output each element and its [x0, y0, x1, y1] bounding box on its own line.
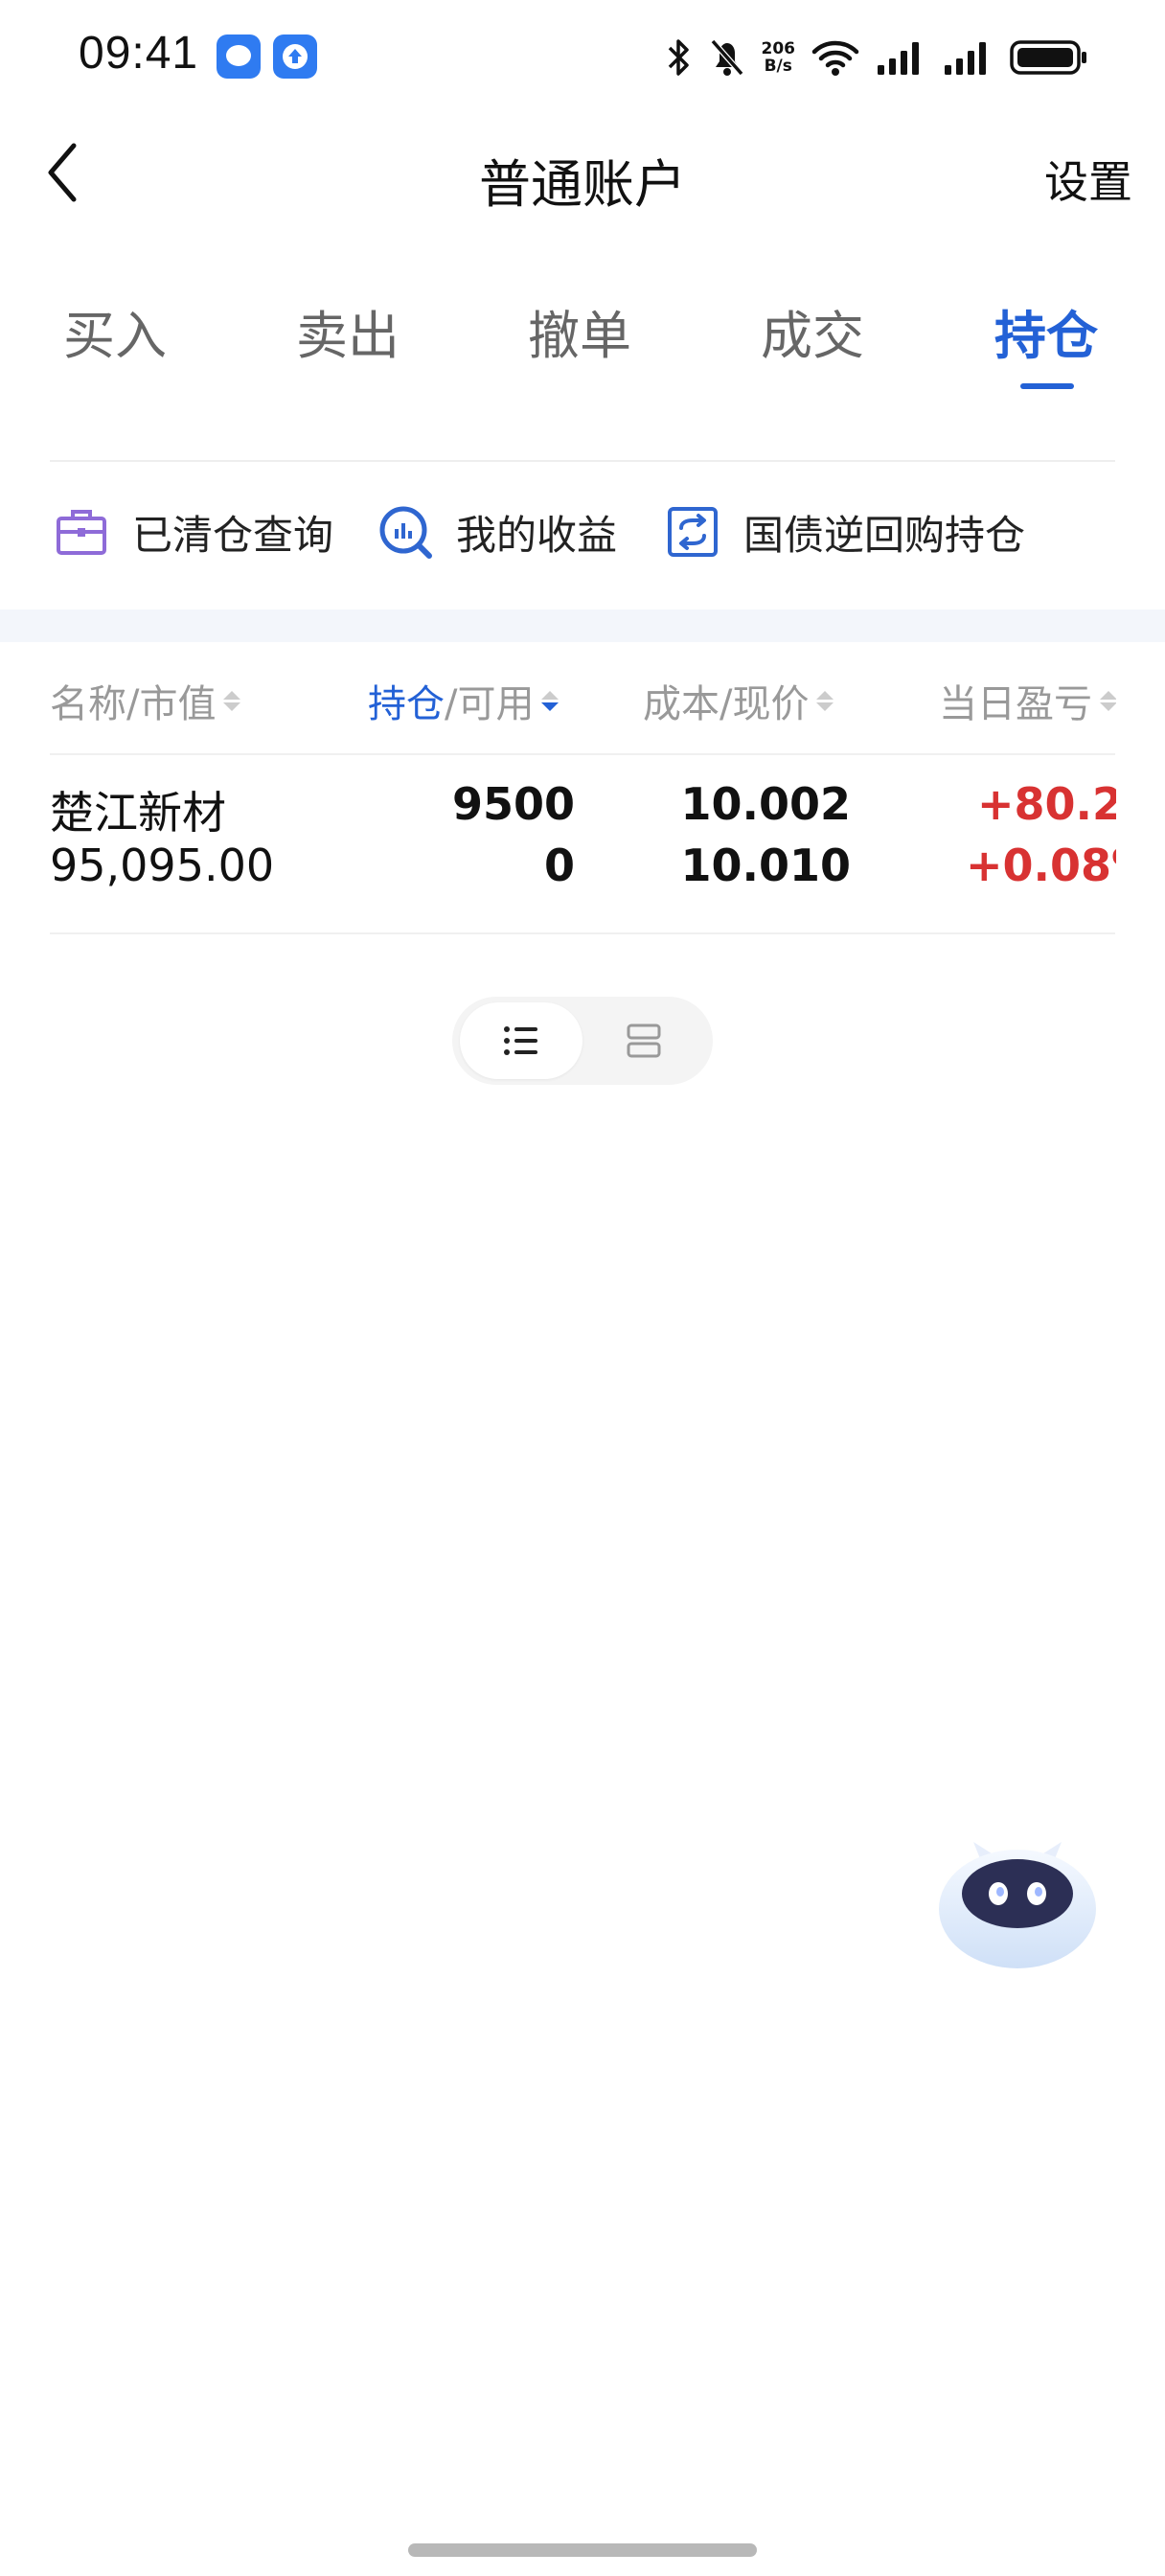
cleared-positions-link[interactable]: 已清仓查询	[54, 498, 333, 565]
nav-bar: 普通账户 设置	[0, 115, 1165, 230]
sort-daily-pnl[interactable]: 当日盈亏	[939, 673, 1116, 728]
divider	[50, 460, 1115, 462]
daily-pnl-amount: +80.26	[977, 778, 1116, 830]
daily-pnl-percent: +0.08%	[966, 840, 1116, 891]
divider	[50, 753, 1115, 755]
header-label: /可用	[445, 682, 535, 726]
sort-position-available[interactable]: 持仓/可用	[368, 673, 560, 728]
sort-arrows-icon	[541, 690, 560, 711]
tab-sell[interactable]: 卖出	[276, 293, 420, 369]
tab-filled[interactable]: 成交	[741, 293, 884, 369]
wifi-icon	[811, 40, 859, 76]
divider	[50, 932, 1115, 934]
sort-arrows-icon	[816, 690, 834, 711]
quick-link-label: 国债逆回购持仓	[743, 511, 1026, 559]
reverse-repo-holdings-link[interactable]: 国债逆回购持仓	[665, 498, 1025, 565]
signal-icon	[878, 42, 919, 75]
pnl-column-clip: +80.26 +0.08%	[920, 772, 1116, 926]
update-app-icon	[273, 34, 317, 79]
message-app-icon	[217, 34, 261, 79]
pnl-header-clip: 当日盈亏	[937, 661, 1116, 748]
robot-assistant-icon	[929, 1840, 1106, 1974]
position-quantity: 9500	[451, 778, 575, 830]
quick-link-label: 我的收益	[456, 511, 618, 559]
mute-icon	[710, 39, 743, 76]
list-view-button[interactable]	[460, 1002, 582, 1079]
stock-name: 楚江新材	[50, 787, 226, 839]
current-price: 10.010	[680, 840, 851, 891]
net-speed-unit: B/s	[764, 57, 792, 76]
bluetooth-icon	[668, 39, 689, 76]
chart-search-icon	[377, 504, 433, 560]
briefcase-icon	[54, 504, 109, 560]
quick-links: 已清仓查询 我的收益 国债逆回购持仓	[0, 498, 1165, 565]
header-label-active: 持仓	[368, 682, 445, 726]
sort-arrows-icon	[223, 690, 241, 711]
status-icons: 206 B/s	[666, 31, 1089, 84]
available-quantity: 0	[543, 840, 575, 891]
card-view-icon	[627, 1024, 661, 1058]
network-speed: 206 B/s	[762, 40, 796, 75]
trade-tabs: 买入 卖出 撤单 成交 持仓	[0, 288, 1165, 393]
header-label: 当日盈亏	[939, 682, 1092, 726]
status-bar: 09:41 206 B/s	[0, 0, 1165, 115]
signal-icon	[945, 42, 986, 75]
my-earnings-link[interactable]: 我的收益	[377, 498, 617, 565]
tab-buy[interactable]: 买入	[43, 293, 187, 369]
ai-assistant-button[interactable]	[925, 1832, 1109, 1976]
header-label: 成本/现价	[643, 682, 810, 726]
active-tab-indicator	[1020, 383, 1074, 389]
sort-name-market-value[interactable]: 名称/市值	[50, 673, 241, 728]
page-title: 普通账户	[479, 154, 686, 215]
settings-button[interactable]: 设置	[1044, 148, 1132, 211]
view-mode-toggle	[452, 997, 713, 1085]
battery-icon	[1010, 40, 1086, 75]
market-value: 95,095.00	[50, 840, 275, 891]
section-separator	[0, 610, 1165, 642]
list-view-icon	[504, 1026, 537, 1055]
status-time: 09:41	[79, 28, 199, 79]
sort-arrows-icon	[1100, 690, 1116, 711]
card-view-button[interactable]	[582, 1002, 705, 1079]
repo-cycle-icon	[665, 504, 720, 560]
holdings-table-header: 名称/市值 持仓/可用 成本/现价 当日盈亏	[0, 661, 1165, 748]
tab-holdings[interactable]: 持仓	[974, 293, 1118, 369]
quick-link-label: 已清仓查询	[132, 511, 334, 559]
header-label: 名称/市值	[50, 682, 217, 726]
home-indicator[interactable]	[408, 2543, 757, 2557]
sort-cost-price[interactable]: 成本/现价	[643, 673, 834, 728]
cost-price: 10.002	[680, 778, 851, 830]
net-speed-value: 206	[761, 39, 796, 58]
tab-cancel-order[interactable]: 撤单	[508, 293, 651, 369]
